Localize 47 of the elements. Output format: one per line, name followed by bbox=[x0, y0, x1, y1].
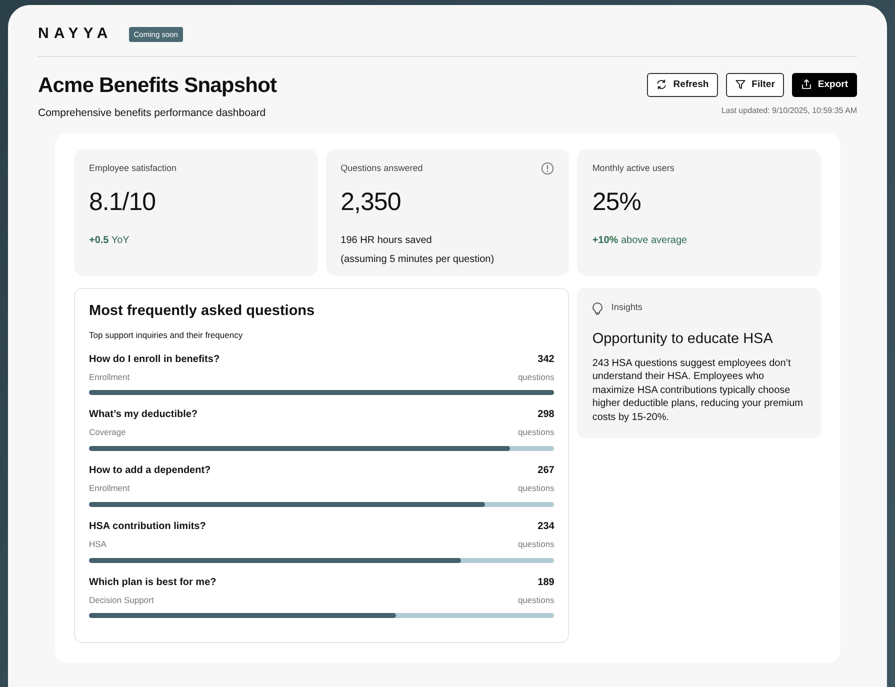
category-label: Coverage bbox=[89, 426, 126, 440]
count-unit: questions bbox=[518, 482, 554, 495]
count-unit: questions bbox=[518, 538, 554, 551]
stat-note: +10% above average bbox=[592, 234, 688, 248]
insight-text: 243 HSA questions suggest employees don’t understand their HSA. Employees who maximize HSA contributions typically choose higher deductible plans, reducing your premium costs by 15-20%. bbox=[592, 356, 804, 424]
question-text: How to add a dependent? bbox=[89, 464, 211, 478]
category-label: Enrollment bbox=[89, 482, 130, 495]
stat-note: (assuming 5 minutes per question) bbox=[340, 253, 496, 268]
count-unit: questions bbox=[518, 426, 554, 440]
brand-logo: NAYYA bbox=[38, 24, 113, 44]
count-unit: questions bbox=[518, 594, 554, 606]
filter-icon bbox=[734, 79, 746, 90]
stat-label: Employee satisfaction bbox=[89, 162, 177, 176]
stat-note: +0.5 YoY bbox=[89, 234, 130, 248]
stat-value: 2,350 bbox=[340, 186, 402, 218]
refresh-icon bbox=[656, 79, 668, 90]
card-subtitle: Top support inquiries and their frequency bbox=[89, 328, 244, 342]
info-icon[interactable] bbox=[541, 162, 554, 176]
category-label: HSA bbox=[89, 538, 106, 551]
last-updated-text: Last updated: 9/10/2025, 10:59:35 AM bbox=[721, 104, 857, 117]
count-unit: questions bbox=[518, 370, 554, 384]
stat-value: 8.1/10 bbox=[89, 186, 157, 218]
refresh-button[interactable]: Refresh bbox=[647, 72, 718, 97]
stat-value: 25% bbox=[592, 186, 642, 218]
lightbulb-icon bbox=[592, 302, 604, 315]
question-text: What’s my deductible? bbox=[89, 408, 198, 422]
question-count: 342 bbox=[538, 352, 554, 367]
stat-label: Monthly active users bbox=[592, 162, 674, 176]
stat-note: 196 HR hours saved bbox=[340, 234, 433, 248]
export-icon bbox=[800, 79, 812, 90]
insight-title: Opportunity to educate HSA bbox=[592, 330, 774, 349]
question-text: HSA contribution limits? bbox=[89, 520, 206, 534]
export-button[interactable]: Export bbox=[792, 72, 857, 97]
question-text: Which plan is best for me? bbox=[89, 576, 216, 590]
question-text: How do I enroll in benefits? bbox=[89, 352, 220, 367]
page-subtitle: Comprehensive benefits performance dashboard bbox=[38, 106, 267, 121]
stat-label: Questions answered bbox=[340, 162, 423, 176]
question-count: 267 bbox=[538, 464, 554, 478]
card-title: Most frequently asked questions bbox=[89, 303, 316, 321]
filter-button[interactable]: Filter bbox=[726, 72, 784, 97]
page-title: Acme Benefits Snapshot bbox=[38, 72, 277, 98]
question-count: 189 bbox=[538, 576, 554, 590]
category-label: Decision Support bbox=[89, 594, 154, 606]
question-count: 298 bbox=[538, 408, 554, 422]
section-label: Insights bbox=[611, 301, 642, 314]
question-count: 234 bbox=[538, 520, 554, 534]
category-label: Enrollment bbox=[89, 370, 130, 384]
